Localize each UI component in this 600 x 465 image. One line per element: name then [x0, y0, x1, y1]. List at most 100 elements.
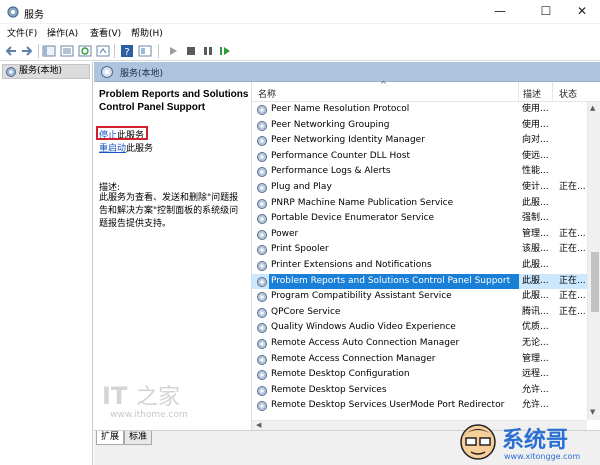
table-row[interactable]: Peer Name Resolution Protocol 使用... [252, 102, 587, 118]
toolbar: ? [0, 41, 600, 61]
service-description-cell: 管理... [522, 228, 549, 239]
console-tree-icon[interactable] [42, 44, 56, 58]
mascot-face-icon [460, 424, 496, 460]
restart-action: 重启动此服务 [99, 141, 153, 154]
table-row[interactable]: Remote Desktop Services 允许... [252, 383, 587, 399]
svg-text:之家: 之家 [136, 385, 180, 410]
service-gear-icon [257, 370, 267, 381]
pause-service-icon[interactable] [201, 44, 215, 58]
service-gear-icon [257, 136, 267, 147]
service-status-cell: 正在... [559, 244, 586, 255]
service-name-cell: Power [271, 228, 299, 239]
table-row[interactable]: PNRP Machine Name Publication Service 此服.… [252, 196, 587, 212]
service-name-cell: Peer Networking Grouping [271, 119, 390, 130]
service-description-cell: 该服... [522, 244, 549, 255]
table-row[interactable]: Plug and Play 使计... 正在... [252, 180, 587, 196]
minimize-button[interactable]: — [480, 0, 520, 24]
menu-action[interactable]: 操作(A) [47, 26, 78, 39]
service-name-cell: Problem Reports and Solutions Control Pa… [269, 273, 519, 290]
service-description-cell: 允许... [522, 400, 549, 411]
service-description-cell: 向对... [522, 135, 549, 146]
table-row[interactable]: Power 管理... 正在... [252, 227, 587, 243]
service-gear-icon [257, 276, 267, 287]
list-view-icon[interactable] [60, 44, 74, 58]
back-arrow-icon[interactable] [4, 44, 18, 58]
table-row[interactable]: Remote Access Connection Manager 管理... [252, 352, 587, 368]
menu-view[interactable]: 查看(V) [90, 26, 121, 39]
table-row[interactable]: QPCore Service 腾讯... 正在... [252, 305, 587, 321]
help-icon[interactable]: ? [120, 44, 134, 58]
column-header-description[interactable]: 描述 [523, 87, 541, 100]
service-description-cell: 使计... [522, 182, 549, 192]
tree-item-services-local[interactable]: 服务(本地) [2, 64, 90, 79]
stop-service-icon[interactable] [184, 44, 198, 58]
table-row[interactable]: Performance Logs & Alerts 性能... [252, 164, 587, 180]
content-header: 服务(本地) [94, 62, 600, 82]
restart-service-icon[interactable] [218, 44, 232, 58]
service-gear-icon [257, 292, 267, 303]
tree-item-label: 服务(本地) [19, 66, 63, 76]
menu-help[interactable]: 帮助(H) [131, 26, 163, 39]
refresh-icon[interactable] [78, 44, 92, 58]
scroll-left-arrow-icon[interactable]: ◀ [256, 421, 261, 429]
service-gear-icon [257, 261, 267, 271]
column-divider[interactable] [518, 82, 519, 102]
table-row[interactable]: Peer Networking Grouping 使用... [252, 118, 587, 134]
close-button[interactable]: ✕ [562, 0, 600, 24]
service-description-cell: 此服... [522, 260, 549, 270]
service-name-cell: PNRP Machine Name Publication Service [271, 197, 454, 208]
restart-service-link[interactable]: 重启动 [99, 144, 126, 154]
service-gear-icon [257, 339, 267, 349]
maximize-button[interactable]: ☐ [526, 0, 566, 24]
content-header-title: 服务(本地) [120, 69, 164, 79]
service-description-cell: 优质... [522, 322, 549, 333]
service-gear-icon [257, 183, 267, 193]
service-gear-icon [257, 401, 267, 412]
table-row[interactable]: Program Compatibility Assistant Service 此… [252, 289, 587, 305]
vertical-scroll-thumb[interactable] [591, 252, 599, 312]
service-status-cell: 正在... [559, 291, 586, 302]
service-description-cell: 使用... [522, 119, 549, 130]
column-header-status[interactable]: 状态 [559, 87, 577, 100]
tab-standard[interactable]: 标准 [124, 431, 153, 445]
table-row[interactable]: Remote Desktop Configuration 远程... [252, 367, 587, 383]
service-description-cell: 管理... [522, 353, 549, 364]
scroll-down-arrow-icon[interactable]: ▼ [590, 408, 595, 416]
table-row[interactable]: Remote Desktop Services UserMode Port Re… [252, 398, 587, 414]
scroll-up-arrow-icon[interactable]: ▲ [590, 104, 595, 112]
xitongge-url: www.xitongge.com [504, 452, 581, 461]
menu-file[interactable]: 文件(F) [7, 26, 37, 39]
service-description-cell: 远程... [522, 369, 549, 380]
menu-bar: 文件(F) 操作(A) 查看(V) 帮助(H) [0, 24, 600, 41]
properties-icon[interactable] [138, 44, 152, 58]
toolbar-separator [158, 44, 159, 58]
ithome-watermark-url: www.ithome.com [110, 410, 188, 420]
service-description-cell: 腾讯... [522, 306, 549, 317]
window-title: 服务 [24, 10, 44, 21]
svg-text:IT: IT [102, 382, 128, 410]
table-row[interactable]: Print Spooler 该服... 正在... [252, 242, 587, 258]
table-row[interactable]: Peer Networking Identity Manager 向对... [252, 133, 587, 149]
xitongge-brand-name: 系统哥 [502, 428, 569, 453]
service-gear-icon [257, 354, 267, 365]
service-gear-icon [257, 167, 267, 178]
table-row[interactable]: Quality Windows Audio Video Experience 优质… [252, 320, 587, 336]
table-row[interactable]: Portable Device Enumerator Service 强制... [252, 211, 587, 227]
start-service-icon[interactable] [166, 44, 180, 58]
export-list-icon[interactable] [96, 44, 110, 58]
table-row[interactable]: Printer Extensions and Notifications 此服..… [252, 258, 587, 274]
service-name-cell: Performance Counter DLL Host [271, 150, 411, 161]
service-description-cell: 此服... [522, 197, 549, 208]
service-description-cell: 使用... [522, 104, 549, 114]
column-header-name[interactable]: 名称 [258, 87, 276, 100]
table-row[interactable]: Performance Counter DLL Host 使远... [252, 149, 587, 165]
toolbar-separator [114, 44, 115, 58]
table-row[interactable]: Remote Access Auto Connection Manager 无论.… [252, 336, 587, 352]
table-row[interactable]: Problem Reports and Solutions Control Pa… [252, 273, 587, 290]
tab-extended[interactable]: 扩展 [96, 431, 125, 445]
xitongge-logo: 系统哥 www.xitongge.com [458, 420, 600, 465]
service-gear-icon [257, 245, 267, 256]
forward-arrow-icon[interactable] [20, 44, 34, 58]
vertical-scrollbar[interactable]: ▲ ▼ [587, 102, 600, 420]
column-divider[interactable] [552, 82, 553, 102]
